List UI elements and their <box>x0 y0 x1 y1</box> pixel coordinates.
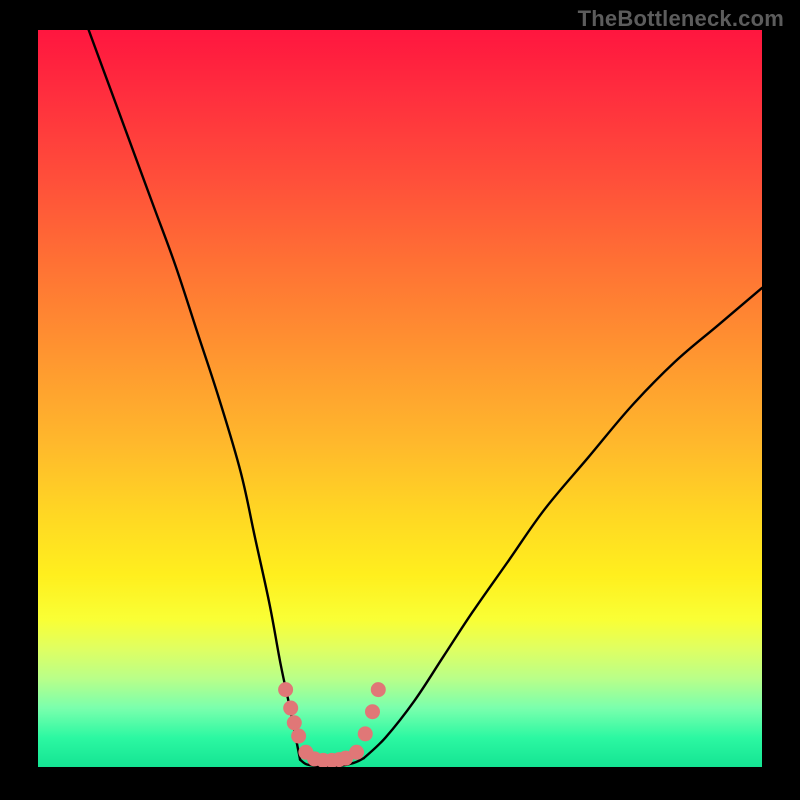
watermark-text: TheBottleneck.com <box>578 6 784 32</box>
data-point <box>292 729 306 743</box>
data-point <box>350 745 364 759</box>
data-point <box>279 683 293 697</box>
data-point <box>358 727 372 741</box>
curve-left-branch <box>89 30 300 760</box>
chart-frame: TheBottleneck.com <box>0 0 800 800</box>
data-point <box>287 716 301 730</box>
data-point <box>365 705 379 719</box>
data-point <box>371 683 385 697</box>
curve-right-branch <box>364 288 762 758</box>
data-point <box>284 701 298 715</box>
curve-layer <box>38 30 762 767</box>
plot-area <box>38 30 762 767</box>
